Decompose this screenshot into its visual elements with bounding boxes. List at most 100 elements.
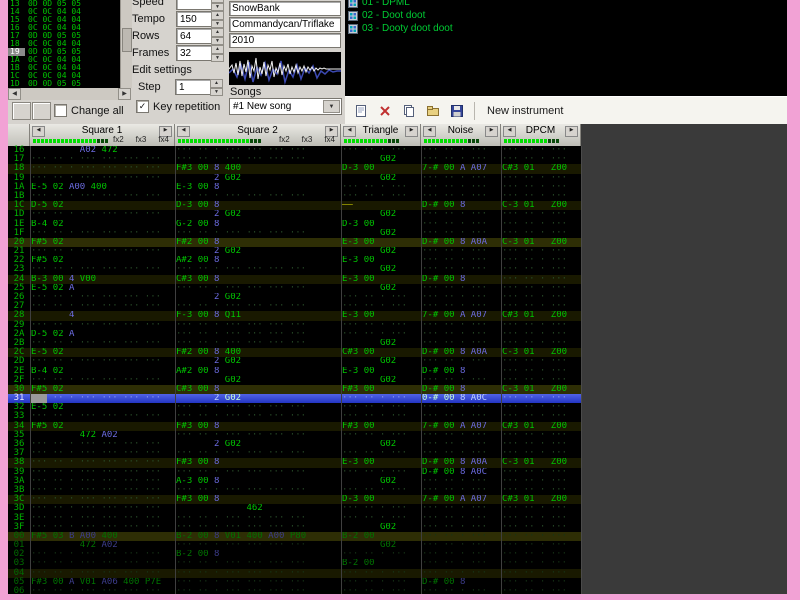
pattern-cell-triangle[interactable]: ··· ·· · ··· <box>341 293 421 303</box>
pattern-cell-square1[interactable]: 472 A02 <box>30 541 175 551</box>
pattern-cell-square2[interactable]: ··· ·· · ··· ··· ··· ··· <box>175 329 341 339</box>
instrument-item[interactable]: 01 - DPML <box>345 0 787 9</box>
pattern-cell-square2[interactable]: ··· ·· · ··· ··· ··· ··· <box>175 485 341 496</box>
pattern-cell-noise[interactable]: ··· ·· · ··· <box>421 559 501 569</box>
pattern-cell-noise[interactable]: D-# 00 8 <box>421 366 501 376</box>
pattern-cell-square2[interactable]: F#3 00 8 <box>175 458 341 468</box>
pattern-cell-square1[interactable]: A02 472 <box>30 146 175 156</box>
pattern-row[interactable]: 30 F#5 02 C#3 00 8 F#3 00 D-# 00 8 C-3 01 Z00 <box>8 384 787 395</box>
pattern-cell-dpcm[interactable]: ··· ·· · ··· <box>501 568 581 578</box>
pattern-cell-triangle[interactable]: ··· ·· · ··· <box>341 550 421 560</box>
pattern-cell-noise[interactable]: ··· ·· · ··· <box>421 338 501 349</box>
channel-prev-icon[interactable]: ◀ <box>177 126 190 137</box>
pattern-cell-square1[interactable]: D-5 02 A <box>30 329 175 339</box>
pattern-cell-triangle[interactable]: ··· ·· · ··· <box>341 146 421 156</box>
pattern-cell-dpcm[interactable]: ··· ·· · ··· <box>501 228 581 238</box>
pattern-cell-triangle[interactable]: G02 <box>341 375 421 385</box>
pattern-cell-triangle[interactable]: D-3 00 <box>341 495 421 505</box>
pattern-cell-noise[interactable]: ··· ·· · ··· <box>421 247 501 257</box>
pattern-cell-square2[interactable]: ··· ·· · ··· ··· ··· ··· <box>175 283 341 293</box>
pattern-row[interactable]: 33 ··· ·· · ··· ··· ··· ··· ··· ·· · ··· ·… <box>8 412 787 422</box>
pattern-cell-noise[interactable]: ··· ·· · ··· <box>421 449 501 459</box>
pattern-cell-triangle[interactable]: ··· ·· · ··· <box>341 302 421 312</box>
pattern-row[interactable]: 2F ··· ·· · ··· ··· ··· ··· G02 G02 ··· ··… <box>8 375 787 385</box>
pattern-cell-square1[interactable]: 4 <box>30 311 175 321</box>
pattern-cell-triangle[interactable]: ··· ·· · ··· <box>341 329 421 339</box>
pattern-cell-square1[interactable]: ··· ·· · ··· ··· ··· ··· <box>30 522 175 532</box>
pattern-cell-square1[interactable]: ··· ·· · ··· ··· ··· ··· <box>30 550 175 560</box>
channel-header-square-1[interactable]: ◀ Square 1 ▶ fx2 fx3 fx4 <box>30 124 175 146</box>
pattern-cell-square2[interactable]: 2 G02 <box>175 173 341 183</box>
rows-spinner-arrows[interactable]: ▲ ▼ <box>211 28 224 45</box>
scroll-right-icon[interactable]: ▶ <box>118 88 131 100</box>
pattern-cell-square1[interactable]: B-4 02 <box>30 219 175 229</box>
pattern-cell-noise[interactable]: ··· ·· · ··· <box>421 440 501 450</box>
instrument-list[interactable]: 01 - DPML 02 - Doot doot 03 - Dooty doot d… <box>345 0 787 96</box>
load-instrument-button[interactable] <box>422 101 444 121</box>
pattern-cell-square1[interactable]: E-5 02 <box>30 348 175 358</box>
pattern-row[interactable]: 37 ··· ·· · ··· ··· ··· ··· ··· ·· · ··· ·… <box>8 448 787 459</box>
pattern-cell-square1[interactable]: ··· ·· · ··· ··· ··· ··· <box>30 320 175 330</box>
pattern-cell-square2[interactable]: ··· ·· · ··· ··· ··· ··· <box>175 513 341 523</box>
pattern-cell-dpcm[interactable]: C-3 01 Z00 <box>501 201 581 211</box>
pattern-cell-dpcm[interactable]: ··· ·· · ··· <box>501 210 581 220</box>
pattern-row[interactable]: 31 ··· ·· · ··· ··· ··· ··· 2 G02 ··· ·· ·… <box>8 393 787 404</box>
pattern-row[interactable]: 2B ··· ·· · ··· ··· ··· ··· ··· ·· · ··· ·… <box>8 338 787 349</box>
pattern-cell-square1[interactable]: ··· ·· · ··· ··· ··· ··· <box>30 559 175 569</box>
pattern-cell-noise[interactable]: ··· ·· · ··· <box>421 485 501 496</box>
pattern-cell-square1[interactable]: ··· ·· · ··· ··· ··· ··· <box>30 412 175 422</box>
pattern-cell-square1[interactable]: ··· ·· · ··· ··· ··· ··· <box>30 293 175 303</box>
pattern-row[interactable]: 20 F#5 02 F#2 00 8 E-3 00 D-# 00 8 A0A C-3 01… <box>8 237 787 248</box>
pattern-cell-square1[interactable]: ··· ·· · ··· ··· ··· ··· <box>30 164 175 174</box>
song-select[interactable]: #1 New song ▼ <box>229 98 342 115</box>
pattern-cell-square2[interactable]: ··· ·· · ··· ··· ··· ··· <box>175 467 341 477</box>
pattern-cell-triangle[interactable]: G02 <box>341 173 421 183</box>
pattern-cell-square1[interactable]: ··· ·· · ··· ··· ··· ··· <box>30 265 175 275</box>
pattern-cell-triangle[interactable]: ··· ·· · ··· <box>341 191 421 202</box>
channel-next-icon[interactable]: ▶ <box>485 126 498 137</box>
pattern-cell-square1[interactable]: B-3 00 4 V00 <box>30 274 175 284</box>
pattern-row[interactable]: 00 F#5 03 B A00 400 B-2 00 8 V01 400 A00 P… <box>8 531 787 542</box>
pattern-cell-square2[interactable]: ··· ·· · ··· ··· ··· ··· <box>175 449 341 459</box>
pattern-cell-triangle[interactable]: G02 <box>341 476 421 486</box>
pattern-cell-square2[interactable]: 462 <box>175 504 341 514</box>
pattern-cell-square2[interactable]: ··· ·· · ··· ··· ··· ··· <box>175 228 341 238</box>
pattern-cell-square1[interactable]: ··· ·· · ··· ··· ··· ··· <box>30 467 175 477</box>
pattern-cell-square1[interactable]: ··· ·· · ··· ··· ··· ··· <box>30 495 175 505</box>
pattern-row[interactable]: 03 ··· ·· · ··· ··· ··· ··· ··· ·· · ··· ·… <box>8 559 787 569</box>
pattern-cell-triangle[interactable]: ··· ·· · ··· <box>341 412 421 422</box>
pattern-cell-square2[interactable]: ··· ·· · ··· ··· ··· ··· <box>175 568 341 578</box>
pattern-cell-square1[interactable]: F#5 02 <box>30 384 175 395</box>
pattern-cell-square2[interactable]: G02 <box>175 375 341 385</box>
pattern-cell-noise[interactable]: ··· ·· · ··· <box>421 329 501 339</box>
pattern-cell-noise[interactable]: ··· ·· · ··· <box>421 265 501 275</box>
pattern-row[interactable]: 3A ··· ·· · ··· ··· ··· ··· A-3 00 8 G02 ··… <box>8 476 787 486</box>
pattern-cell-dpcm[interactable]: ··· ·· · ··· <box>501 541 581 551</box>
pattern-cell-dpcm[interactable]: ··· ·· · ··· <box>501 146 581 156</box>
pattern-cell-triangle[interactable]: E-3 00 <box>341 458 421 468</box>
pattern-row[interactable]: 2D ··· ·· · ··· ··· ··· ··· 2 G02 G02 ··· … <box>8 357 787 367</box>
pattern-cell-dpcm[interactable]: ··· ·· · ··· <box>501 219 581 229</box>
song-title-input[interactable] <box>229 1 341 16</box>
pattern-cell-noise[interactable]: ··· ·· · ··· <box>421 155 501 165</box>
pattern-cell-square2[interactable]: ··· ·· · ··· ··· ··· ··· <box>175 265 341 275</box>
checkbox-box[interactable]: ✓ <box>136 100 149 113</box>
channel-header-noise[interactable]: ◀ Noise ▶ <box>421 124 501 146</box>
pattern-cell-square1[interactable]: ··· ·· · ··· ··· ··· ··· <box>30 191 175 202</box>
pattern-cell-dpcm[interactable]: ··· ·· · ··· <box>501 274 581 284</box>
pattern-cell-square2[interactable]: F#2 00 8 400 <box>175 348 341 358</box>
pattern-cell-square2[interactable]: ··· ·· · ··· ··· ··· ··· <box>175 522 341 532</box>
pattern-cell-dpcm[interactable]: ··· ·· · ··· <box>501 577 581 587</box>
spin-up-icon[interactable]: ▲ <box>211 11 224 20</box>
pattern-cell-noise[interactable]: ··· ·· · ··· <box>421 357 501 367</box>
pattern-row[interactable]: 39 ··· ·· · ··· ··· ··· ··· ··· ·· · ··· ·… <box>8 467 787 477</box>
channel-next-icon[interactable]: ▶ <box>405 126 418 137</box>
pattern-row[interactable]: 3B ··· ·· · ··· ··· ··· ··· ··· ·· · ··· ·… <box>8 485 787 496</box>
pattern-cell-noise[interactable]: ··· ·· · ··· <box>421 476 501 486</box>
pattern-cell-square2[interactable]: ··· ·· · ··· ··· ··· ··· <box>175 559 341 569</box>
pattern-cell-noise[interactable]: D-# 00 8 A0A <box>421 237 501 248</box>
save-instrument-button[interactable] <box>446 101 468 121</box>
pattern-cell-square2[interactable]: D-3 00 8 <box>175 201 341 211</box>
pattern-cell-dpcm[interactable]: C-3 01 Z00 <box>501 348 581 358</box>
pattern-cell-square1[interactable]: D-5 02 <box>30 201 175 211</box>
